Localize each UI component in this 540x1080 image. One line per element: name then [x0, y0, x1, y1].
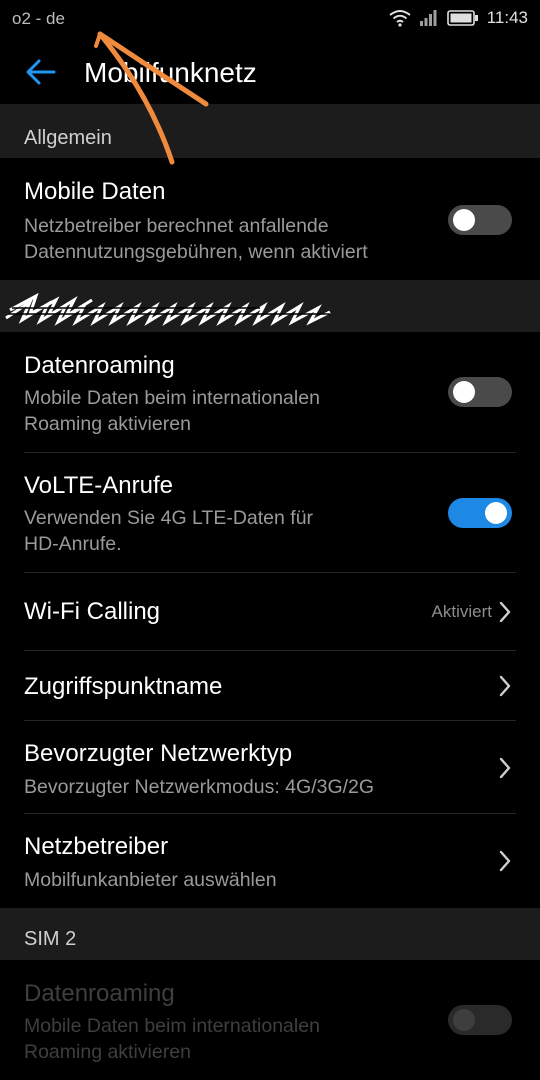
row-title: Netzbetreiber: [24, 833, 169, 860]
toggle-knob: [485, 502, 507, 524]
mobile-data-row[interactable]: Mobile Daten Netzbetreiber berechnet anf…: [0, 158, 540, 280]
row-subtitle-line1: Mobile Daten beim internationalen: [24, 1015, 320, 1037]
data-roaming-row[interactable]: Datenroaming Mobile Daten beim internati…: [0, 332, 540, 452]
row-subtitle-line1: Verwenden Sie 4G LTE-Daten für: [24, 507, 314, 529]
row-subtitle: Bevorzugter Netzwerkmodus: 4G/3G/2G: [24, 776, 375, 798]
carrier-name: o2 - de: [12, 9, 65, 28]
row-subtitle-line2: Datennutzungsgebühren, wenn aktiviert: [24, 241, 368, 263]
chevron-right-icon: [499, 757, 511, 779]
signal-icon: [419, 10, 437, 26]
row-subtitle: Mobilfunkanbieter auswählen: [24, 869, 277, 891]
section-header-sim2: SIM 2: [0, 908, 540, 960]
row-title: Zugriffspunktname: [24, 673, 223, 700]
row-subtitle-line2: HD-Anrufe.: [24, 533, 122, 555]
app-bar: Mobilfunknetz: [0, 40, 540, 104]
status-icons: 11:43: [389, 8, 528, 28]
clock: 11:43: [486, 8, 528, 27]
toggle-knob: [453, 1009, 475, 1031]
row-title: VoLTE-Anrufe: [24, 472, 173, 499]
page-title: Mobilfunknetz: [84, 57, 257, 88]
chevron-right-icon: [499, 675, 511, 697]
wifi-icon: [389, 10, 411, 27]
volte-toggle[interactable]: [448, 498, 512, 528]
chevron-right-icon: [499, 601, 511, 623]
back-arrow-icon[interactable]: [20, 54, 60, 90]
row-title: Mobile Daten: [24, 178, 166, 205]
wifi-calling-row[interactable]: Wi-Fi Calling Aktiviert: [0, 573, 540, 650]
section-label: SIM 2: [24, 928, 77, 950]
status-bar: o2 - de 11:43: [0, 0, 540, 40]
wifi-calling-status: Aktiviert: [431, 602, 492, 621]
chevron-right-icon: [499, 850, 511, 872]
row-subtitle-line1: Netzbetreiber berechnet anfallende: [24, 215, 329, 237]
row-subtitle-line2: Roaming aktivieren: [24, 413, 191, 435]
row-title: Datenroaming: [24, 352, 175, 379]
toggle-knob: [453, 381, 475, 403]
network-type-row[interactable]: Bevorzugter Netzwerktyp Bevorzugter Netz…: [0, 721, 540, 813]
volte-row[interactable]: VoLTE-Anrufe Verwenden Sie 4G LTE-Daten …: [0, 453, 540, 572]
section-label: Allgemein: [24, 127, 112, 149]
data-roaming-toggle[interactable]: [448, 377, 512, 407]
apn-row[interactable]: Zugriffspunktname: [0, 651, 540, 720]
toggle-knob: [453, 209, 475, 231]
row-subtitle-line1: Mobile Daten beim internationalen: [24, 387, 320, 409]
section-header-general: Allgemein: [0, 104, 540, 158]
network-operator-row[interactable]: Netzbetreiber Mobilfunkanbieter auswähle…: [0, 814, 540, 908]
battery-icon: [446, 10, 478, 26]
row-subtitle-line2: Roaming aktivieren: [24, 1041, 191, 1063]
row-title: Bevorzugter Netzwerktyp: [24, 740, 293, 767]
redaction-scribble: [5, 292, 331, 327]
sim2-data-roaming-toggle: [448, 1005, 512, 1035]
row-title: Wi-Fi Calling: [24, 598, 161, 625]
row-title: Datenroaming: [24, 980, 175, 1007]
sim2-data-roaming-row: Datenroaming Mobile Daten beim internati…: [0, 960, 540, 1080]
mobile-data-toggle[interactable]: [448, 205, 512, 235]
